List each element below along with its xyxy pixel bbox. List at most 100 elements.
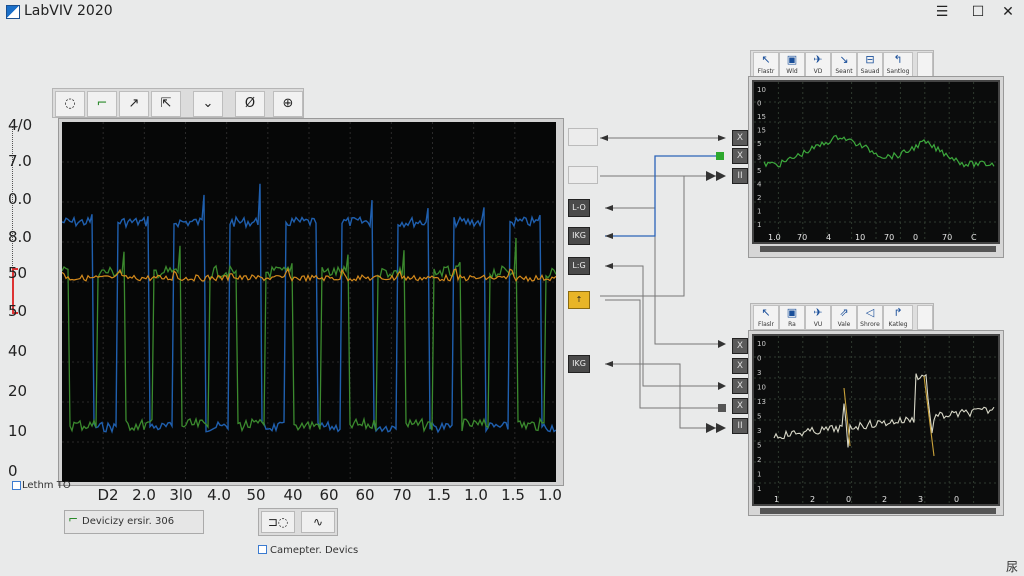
rb-tool-button[interactable]: ⇗ Vale: [831, 305, 857, 330]
rb-y-tick: 1: [757, 471, 761, 479]
input-slot[interactable]: [568, 128, 598, 146]
rb-y-tick: 10: [757, 340, 766, 348]
rt-tool-label: Santlog: [886, 68, 910, 75]
rt-tool-label: Sauad: [860, 68, 880, 75]
rb-y-tick: 1: [757, 485, 761, 493]
terminal[interactable]: L-O: [568, 199, 590, 217]
right-bottom-svg: 10 0 3 10 13 5 3 5 2 1 1 1 2 0 2 3 0: [754, 336, 998, 504]
rt-tool-label: Flastr: [757, 68, 775, 75]
rb-tool-icon: ↖: [761, 306, 771, 319]
rt-tool-icon: ⊟: [865, 53, 875, 66]
x-terminal[interactable]: X: [732, 338, 748, 354]
rt-y-tick: 10: [757, 86, 766, 94]
rt-tool-label: Seant: [835, 68, 853, 75]
rt-x-tick: C: [971, 233, 977, 242]
right-top-scrollbar[interactable]: [760, 246, 996, 252]
rb-x-tick: 1: [774, 495, 779, 504]
terminal[interactable]: IKG: [568, 355, 590, 373]
rt-x-tick: 70: [942, 233, 952, 242]
rb-tool-icon: ◁: [865, 306, 875, 319]
rt-y-tick: 15: [757, 127, 766, 135]
rt-x-tick: 1.0: [768, 233, 781, 242]
rb-tool-button[interactable]: ↱ Katleg: [883, 305, 913, 330]
rt-y-tick: 1: [757, 208, 761, 216]
rt-tool-label: VD: [813, 68, 823, 75]
rt-tool-icon: ✈: [813, 53, 823, 66]
rt-tool-button[interactable]: ↖ Flastr: [753, 52, 779, 77]
rb-scroll-button[interactable]: [917, 305, 933, 330]
rb-x-tick: 0: [954, 495, 959, 504]
rb-y-tick: 5: [757, 442, 761, 450]
rb-tool-label: Katleg: [888, 321, 908, 328]
rt-y-tick: 3: [757, 154, 761, 162]
rt-y-tick: 5: [757, 167, 761, 175]
right-bottom-line: [773, 373, 995, 448]
x-terminal[interactable]: X: [732, 378, 748, 394]
rb-y-tick: 0: [757, 355, 761, 363]
rt-tool-icon: ▣: [786, 53, 798, 66]
rb-tool-label: Vale: [837, 321, 851, 328]
rt-y-tick: 1: [757, 221, 761, 229]
rb-x-tick: 0: [846, 495, 851, 504]
right-top-svg: 10 0 15 15 5 3 5 4 2 1 1 1.0 70 4 10 70 0 70 C: [754, 82, 998, 242]
rb-y-tick: 2: [757, 456, 761, 464]
rb-tool-icon: ↱: [893, 306, 903, 319]
rt-y-tick: 2: [757, 194, 761, 202]
rt-tool-icon: ↘: [839, 53, 849, 66]
rt-tool-icon: ↰: [893, 53, 903, 66]
rb-tool-button[interactable]: ✈ VU: [805, 305, 831, 330]
rt-tool-button[interactable]: ▣ Wld: [779, 52, 805, 77]
rt-tool-button[interactable]: ↰ Santlog: [883, 52, 913, 77]
rt-x-tick: 70: [797, 233, 807, 242]
rb-tool-label: VU: [813, 321, 823, 328]
right-bottom-scrollbar[interactable]: [760, 508, 996, 514]
right-top-plot[interactable]: 10 0 15 15 5 3 5 4 2 1 1 1.0 70 4 10 70 0 70 C: [752, 80, 1000, 244]
rt-scroll-button[interactable]: [917, 52, 933, 77]
rb-y-tick: 5: [757, 413, 761, 421]
rt-tool-label: Wld: [786, 68, 798, 75]
rb-x-tick: 2: [810, 495, 815, 504]
rt-x-tick: 70: [884, 233, 894, 242]
rb-y-tick: 3: [757, 427, 761, 435]
x-terminal[interactable]: X: [732, 148, 748, 164]
x-terminal[interactable]: X: [732, 130, 748, 146]
rb-tool-label: Flaslr: [757, 321, 775, 328]
rb-x-tick: 3: [918, 495, 923, 504]
rb-tool-label: Shrore: [860, 321, 880, 328]
rt-x-tick: 0: [913, 233, 918, 242]
terminal[interactable]: L:G: [568, 257, 590, 275]
rb-y-tick: 10: [757, 384, 766, 392]
rt-tool-icon: ↖: [761, 53, 771, 66]
right-bottom-plot[interactable]: 10 0 3 10 13 5 3 5 2 1 1 1 2 0 2 3 0: [752, 334, 1000, 506]
corner-glyph: 尿: [1006, 560, 1019, 574]
x-terminal[interactable]: II: [732, 168, 748, 184]
rt-tool-button[interactable]: ⊟ Sauad: [857, 52, 883, 77]
rt-y-tick: 15: [757, 113, 766, 121]
terminal[interactable]: IKG: [568, 227, 590, 245]
rb-tool-icon: ✈: [813, 306, 823, 319]
rb-tool-button[interactable]: ◁ Shrore: [857, 305, 883, 330]
rt-tool-button[interactable]: ✈ VD: [805, 52, 831, 77]
rb-tool-icon: ▣: [786, 306, 798, 319]
rt-y-tick: 5: [757, 140, 761, 148]
rb-y-tick: 3: [757, 369, 761, 377]
terminal-active[interactable]: ↑: [568, 291, 590, 309]
rb-y-tick: 13: [757, 398, 766, 406]
rb-tool-button[interactable]: ↖ Flaslr: [753, 305, 779, 330]
rt-y-tick: 0: [757, 100, 761, 108]
rt-y-tick: 4: [757, 181, 762, 189]
rb-tool-icon: ⇗: [839, 306, 849, 319]
x-terminal[interactable]: X: [732, 358, 748, 374]
rb-tool-label: Ra: [788, 321, 796, 328]
x-terminal[interactable]: X: [732, 398, 748, 414]
rt-x-tick: 4: [826, 233, 831, 242]
x-terminal[interactable]: II: [732, 418, 748, 434]
rt-x-tick: 10: [855, 233, 865, 242]
input-slot[interactable]: [568, 166, 598, 184]
rb-tool-button[interactable]: ▣ Ra: [779, 305, 805, 330]
rt-tool-button[interactable]: ↘ Seant: [831, 52, 857, 77]
right-bottom-toolbar: ↖ Flaslr ▣ Ra ✈ VU ⇗ Vale ◁ Shrore ↱ Katleg: [750, 303, 934, 331]
right-top-toolbar: ↖ Flastr ▣ Wld ✈ VD ↘ Seant ⊟ Sauad ↰ Santlog: [750, 50, 934, 78]
rb-x-tick: 2: [882, 495, 887, 504]
right-bottom-marker-line: [843, 375, 935, 457]
